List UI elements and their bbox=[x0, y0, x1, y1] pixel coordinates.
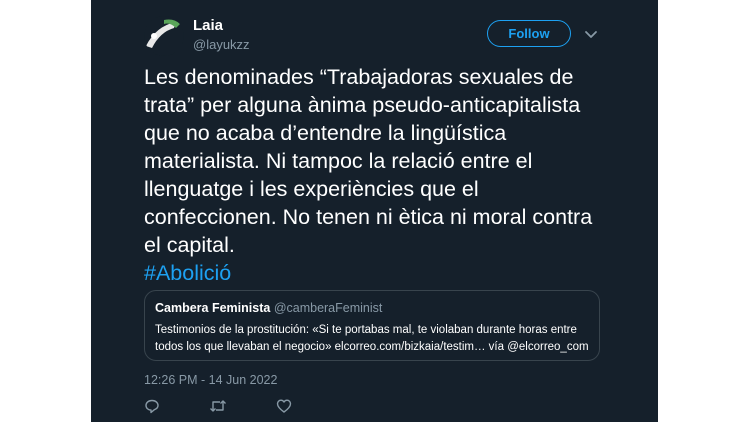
like-icon[interactable] bbox=[276, 398, 292, 414]
avatar-image bbox=[146, 19, 180, 48]
timestamp[interactable]: 12:26 PM - 14 Jun 2022 bbox=[144, 373, 277, 387]
tweet-body: Les denominades “Trabajadoras sexuales d… bbox=[144, 63, 614, 287]
quoted-author-handle: @camberaFeminist bbox=[273, 301, 383, 315]
tweet-card: Laia @layukzz Follow Les denominades “Tr… bbox=[91, 0, 658, 422]
chevron-down-icon[interactable] bbox=[584, 27, 598, 41]
author-name[interactable]: Laia bbox=[193, 17, 223, 34]
quoted-tweet[interactable]: Cambera Feminista @camberaFeminist Testi… bbox=[144, 290, 600, 361]
hashtag-link[interactable]: #Abolició bbox=[144, 259, 231, 287]
follow-button[interactable]: Follow bbox=[487, 20, 571, 47]
author-handle[interactable]: @layukzz bbox=[193, 37, 250, 52]
quoted-tweet-text: Testimonios de la prostitución: «Si te p… bbox=[155, 324, 589, 353]
reply-icon[interactable] bbox=[144, 398, 160, 414]
avatar[interactable] bbox=[144, 16, 184, 56]
quoted-tweet-header: Cambera Feminista @camberaFeminist bbox=[155, 301, 589, 315]
quoted-author-name: Cambera Feminista bbox=[155, 301, 271, 315]
retweet-icon[interactable] bbox=[209, 398, 227, 414]
tweet-text: Les denominades “Trabajadoras sexuales d… bbox=[144, 65, 593, 257]
